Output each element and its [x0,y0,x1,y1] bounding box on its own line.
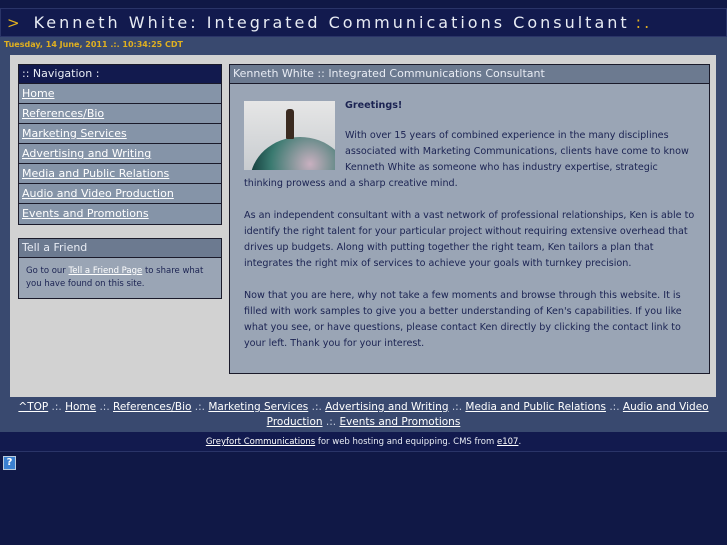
tell-a-friend-box: Tell a Friend Go to our Tell a Friend Pa… [18,238,222,299]
globe-man-image [244,101,335,170]
paragraph-2: As an independent consultant with a vast… [244,210,695,269]
credit-bar: Greyfort Communications for web hosting … [0,432,727,452]
content-title: Kenneth White :: Integrated Communicatio… [230,65,709,84]
main-area: :: Navigation : Home References/Bio Mark… [0,55,727,397]
site-header: > Kenneth White: Integrated Communicatio… [0,8,727,37]
credit-end: . [518,437,522,447]
nav-home[interactable]: Home [22,87,54,100]
footer-marketing[interactable]: Marketing Services [208,401,308,413]
title-tail: :. [635,13,653,32]
nav-media[interactable]: Media and Public Relations [22,167,169,180]
friend-pre: Go to our [26,266,69,276]
footer-media[interactable]: Media and Public Relations [465,401,606,413]
credit-text: for web hosting and equipping. CMS from [315,437,497,447]
paragraph-3: Now that you are here, why not take a fe… [244,290,682,349]
e107-link[interactable]: e107 [497,437,518,447]
tell-a-friend-text: Go to our Tell a Friend Page to share wh… [19,258,221,298]
footer-home[interactable]: Home [65,401,96,413]
main-content-box: Kenneth White :: Integrated Communicatio… [229,64,710,374]
arrow-icon: > [7,13,20,32]
tell-a-friend-link[interactable]: Tell a Friend Page [69,266,143,276]
sep: .:. [322,416,340,428]
date-bar: Tuesday, 14 June, 2011 .:. 10:34:25 CDT [0,37,727,55]
sep: .:. [48,401,66,413]
sep: .:. [191,401,209,413]
navigation-title: :: Navigation : [19,65,221,84]
nav-events[interactable]: Events and Promotions [22,207,149,220]
greyfort-link[interactable]: Greyfort Communications [206,437,315,447]
sep: .:. [448,401,466,413]
footer-events[interactable]: Events and Promotions [339,416,460,428]
footer-references[interactable]: References/Bio [113,401,191,413]
navigation-box: :: Navigation : Home References/Bio Mark… [18,64,222,225]
nav-marketing[interactable]: Marketing Services [22,127,127,140]
footer-nav: ^TOP .:. Home .:. References/Bio .:. Mar… [0,397,727,432]
sep: .:. [96,401,113,413]
sep: .:. [606,401,623,413]
nav-references[interactable]: References/Bio [22,107,104,120]
site-title: Kenneth White: Integrated Communications… [33,13,630,32]
help-icon[interactable]: ? [3,456,16,470]
nav-audio-video[interactable]: Audio and Video Production [22,187,174,200]
tell-a-friend-title: Tell a Friend [19,239,221,258]
footer-top[interactable]: ^TOP [18,401,48,413]
footer-advertising[interactable]: Advertising and Writing [325,401,448,413]
nav-advertising[interactable]: Advertising and Writing [22,147,151,160]
sep: .:. [308,401,326,413]
greeting: Greetings! [345,100,403,111]
content-panel: :: Navigation : Home References/Bio Mark… [10,55,716,397]
